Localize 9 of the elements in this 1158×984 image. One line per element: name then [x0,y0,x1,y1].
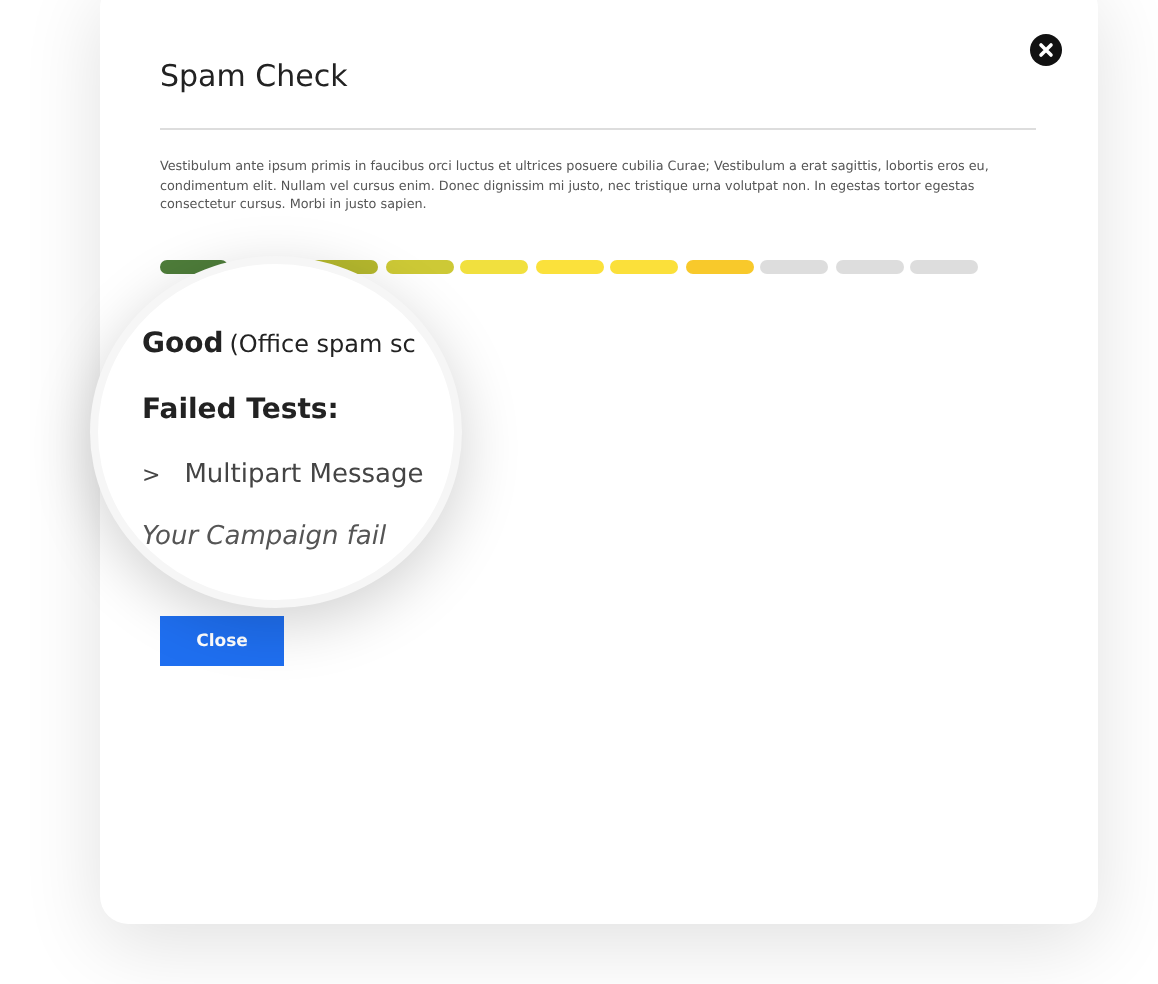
rating-text: Good [142,328,224,360]
close-button[interactable]: Close [160,616,284,666]
failed-test-name[interactable]: Multipart Message [184,460,424,490]
dialog-title: Spam Check [160,56,350,96]
failed-tests-heading: Failed Tests: [142,394,339,426]
campaign-message: Your Campaign fail [142,522,387,552]
rating-note: (Office spam sc [229,330,416,358]
expand-marker[interactable]: > [142,462,161,488]
close-icon[interactable] [1030,34,1062,66]
